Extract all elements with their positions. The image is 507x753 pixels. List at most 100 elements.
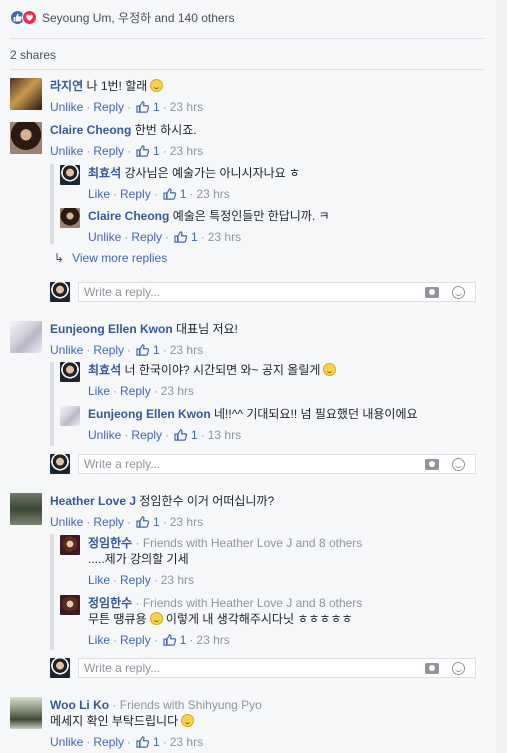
shares-count[interactable]: 2 shares	[10, 48, 56, 62]
comment-author[interactable]: 정임한수	[88, 596, 132, 610]
comment-text: 나 1번! 할래	[86, 79, 148, 93]
reply-placeholder: Write a reply...	[84, 661, 161, 675]
comment-author[interactable]: 최효석	[88, 166, 121, 180]
reply-button[interactable]: Reply	[93, 515, 124, 529]
reply-button[interactable]: Reply	[131, 428, 162, 442]
mutual-friends[interactable]: · Friends with Shihyung Pyo	[112, 698, 261, 712]
unlike-button[interactable]: Unlike	[50, 515, 83, 529]
like-count-icon[interactable]	[136, 145, 150, 157]
comment: Woo Li Ko · Friends with Shihyung Pyo 메세…	[10, 697, 262, 749]
comment-author[interactable]: 최효석	[88, 363, 121, 377]
comment-author[interactable]: Woo Li Ko	[50, 698, 109, 712]
avatar[interactable]	[10, 122, 42, 154]
like-count-icon[interactable]	[174, 231, 188, 243]
like-count[interactable]: 1	[153, 343, 160, 357]
avatar[interactable]	[10, 78, 42, 110]
avatar[interactable]	[10, 697, 42, 729]
like-count-icon[interactable]	[136, 344, 150, 356]
reactions-text[interactable]: Seyoung Um, 우정하 and 140 others	[42, 9, 235, 26]
unlike-button[interactable]: Unlike	[50, 735, 83, 749]
avatar	[50, 454, 70, 474]
avatar[interactable]	[10, 321, 42, 353]
timestamp[interactable]: 23 hrs	[208, 230, 241, 244]
like-count[interactable]: 1	[180, 633, 187, 647]
avatar[interactable]	[10, 493, 42, 525]
like-button[interactable]: Like	[88, 573, 110, 587]
like-count[interactable]: 1	[153, 100, 160, 114]
camera-icon[interactable]	[425, 459, 439, 470]
reply-button[interactable]: Reply	[93, 100, 124, 114]
comment-author[interactable]: Eunjeong Ellen Kwon	[88, 407, 211, 421]
comment: Heather Love J 정임한수 이거 어떠십니까? Unlike · R…	[10, 493, 274, 529]
unlike-button[interactable]: Unlike	[50, 144, 83, 158]
vertical-scrollbar[interactable]	[496, 0, 507, 753]
like-count-icon[interactable]	[163, 188, 177, 200]
unlike-button[interactable]: Unlike	[50, 343, 83, 357]
like-count[interactable]: 1	[180, 187, 187, 201]
reply-button[interactable]: Reply	[120, 573, 151, 587]
like-count-icon[interactable]	[174, 429, 188, 441]
comment-text: 정임한수 이거 어떠십니까?	[139, 494, 275, 508]
reply: 정임한수 · Friends with Heather Love J and 8…	[60, 535, 362, 587]
camera-icon[interactable]	[425, 663, 439, 674]
emoji-icon[interactable]	[452, 458, 465, 471]
avatar[interactable]	[60, 208, 80, 228]
avatar[interactable]	[60, 362, 80, 382]
like-count-icon[interactable]	[163, 634, 177, 646]
timestamp[interactable]: 23 hrs	[170, 515, 203, 529]
like-count[interactable]: 1	[191, 230, 198, 244]
camera-icon[interactable]	[425, 287, 439, 298]
reactions-summary[interactable]: Seyoung Um, 우정하 and 140 others	[10, 9, 235, 25]
timestamp[interactable]: 23 hrs	[161, 573, 194, 587]
view-more-replies-link[interactable]: ↳ View more replies	[54, 251, 167, 265]
reply-button[interactable]: Reply	[120, 187, 151, 201]
comment-author[interactable]: Claire Cheong	[88, 209, 169, 223]
comment-author[interactable]: 정임한수	[88, 536, 132, 550]
reply-button[interactable]: Reply	[120, 633, 151, 647]
unlike-button[interactable]: Unlike	[50, 100, 83, 114]
comment-author[interactable]: Claire Cheong	[50, 123, 131, 137]
reply-input[interactable]: Write a reply...	[78, 658, 476, 678]
timestamp[interactable]: 23 hrs	[170, 735, 203, 749]
comment: Claire Cheong 한번 하시죠. Unlike · Reply · 1…	[10, 122, 203, 158]
like-count[interactable]: 1	[153, 735, 160, 749]
unlike-button[interactable]: Unlike	[88, 428, 121, 442]
smile-emoji-icon	[181, 714, 195, 727]
like-count[interactable]: 1	[153, 144, 160, 158]
timestamp[interactable]: 23 hrs	[196, 187, 229, 201]
reply-input[interactable]: Write a reply...	[78, 454, 476, 474]
like-button[interactable]: Like	[88, 633, 110, 647]
timestamp[interactable]: 23 hrs	[161, 384, 194, 398]
comment-author[interactable]: Eunjeong Ellen Kwon	[50, 322, 173, 336]
like-count-icon[interactable]	[136, 516, 150, 528]
avatar[interactable]	[60, 535, 80, 555]
mutual-friends[interactable]: · Friends with Heather Love J and 8 othe…	[136, 596, 363, 610]
timestamp[interactable]: 23 hrs	[170, 100, 203, 114]
reply-thread-line	[50, 164, 54, 244]
timestamp[interactable]: 23 hrs	[170, 144, 203, 158]
like-count-icon[interactable]	[136, 736, 150, 748]
reply-button[interactable]: Reply	[131, 230, 162, 244]
timestamp[interactable]: 13 hrs	[208, 428, 241, 442]
comment-author[interactable]: 라지연	[50, 79, 83, 93]
avatar[interactable]	[60, 165, 80, 185]
reply-input[interactable]: Write a reply...	[78, 282, 476, 302]
timestamp[interactable]: 23 hrs	[196, 633, 229, 647]
emoji-icon[interactable]	[452, 662, 465, 675]
like-count[interactable]: 1	[191, 428, 198, 442]
emoji-icon[interactable]	[452, 286, 465, 299]
reply-button[interactable]: Reply	[93, 343, 124, 357]
reply-button[interactable]: Reply	[120, 384, 151, 398]
comment-author[interactable]: Heather Love J	[50, 494, 136, 508]
like-button[interactable]: Like	[88, 187, 110, 201]
timestamp[interactable]: 23 hrs	[170, 343, 203, 357]
like-count-icon[interactable]	[136, 101, 150, 113]
mutual-friends[interactable]: · Friends with Heather Love J and 8 othe…	[136, 536, 363, 550]
like-button[interactable]: Like	[88, 384, 110, 398]
avatar[interactable]	[60, 406, 80, 426]
reply-button[interactable]: Reply	[93, 735, 124, 749]
like-count[interactable]: 1	[153, 515, 160, 529]
unlike-button[interactable]: Unlike	[88, 230, 121, 244]
avatar[interactable]	[60, 595, 80, 615]
reply-button[interactable]: Reply	[93, 144, 124, 158]
